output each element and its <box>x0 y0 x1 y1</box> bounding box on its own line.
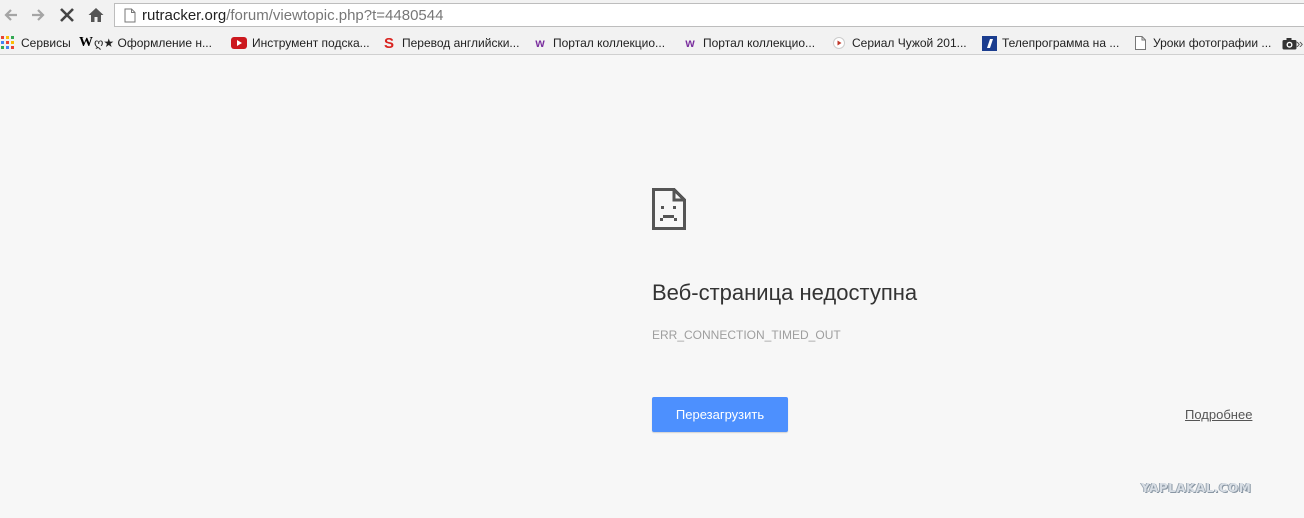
bookmark-label: Сериал Чужой 201... <box>852 36 967 50</box>
bookmark-services[interactable]: Сервисы <box>0 35 71 51</box>
url-host: rutracker.org <box>142 6 227 24</box>
forward-button[interactable] <box>27 4 49 26</box>
home-icon <box>88 8 104 22</box>
bookmark-alien-series[interactable]: Сериал Чужой 201... <box>831 35 967 51</box>
bookmark-label: Перевод английски... <box>402 36 520 50</box>
stop-button[interactable] <box>56 4 78 26</box>
bookmark-label: Инструмент подска... <box>252 36 370 50</box>
bookmark-design[interactable]: W ღ★ Оформление н... <box>79 35 212 51</box>
channel-one-icon <box>981 35 997 51</box>
details-link[interactable]: Подробнее <box>1185 407 1252 422</box>
watermark-logo: YAPLAKAL.COM <box>1141 481 1252 495</box>
play-icon <box>831 35 847 51</box>
bookmark-collectors-portal-1[interactable]: w Портал коллекцио... <box>532 35 665 51</box>
bookmark-collectors-portal-2[interactable]: w Портал коллекцио... <box>682 35 815 51</box>
bookmark-label: Портал коллекцио... <box>553 36 666 50</box>
youtube-icon <box>231 35 247 51</box>
w-logo-icon: w <box>685 36 695 50</box>
url-path: /forum/viewtopic.php?t=4480544 <box>226 6 444 24</box>
wikipedia-w-icon: W <box>79 35 93 50</box>
back-button[interactable] <box>0 4 22 26</box>
bookmark-label: Портал коллекцио... <box>703 36 816 50</box>
camera-icon <box>1281 35 1297 51</box>
bookmark-label: ღ★ Оформление н... <box>94 36 212 50</box>
reload-button[interactable]: Перезагрузить <box>652 397 788 432</box>
bookmark-label: Уроки фотографии ... <box>1153 36 1272 50</box>
bookmark-tool-hint[interactable]: Инструмент подска... <box>231 35 370 51</box>
address-bar[interactable]: rutracker.org/forum/viewtopic.php?t=4480… <box>114 3 1304 27</box>
error-code: ERR_CONNECTION_TIMED_OUT <box>652 328 841 342</box>
error-title: Веб-страница недоступна <box>652 280 918 305</box>
back-arrow-icon <box>4 9 17 21</box>
bookmark-tv-program[interactable]: Телепрограмма на ... <box>981 35 1119 51</box>
bookmark-label: Сервисы <box>21 36 71 50</box>
bookmark-translate[interactable]: S Перевод английски... <box>381 34 520 52</box>
apps-grid-icon <box>0 35 16 51</box>
home-button[interactable] <box>85 4 107 26</box>
s-logo-icon: S <box>383 34 394 52</box>
page-icon <box>1132 35 1148 51</box>
browser-toolbar: rutracker.org/forum/viewtopic.php?t=4480… <box>0 0 1304 31</box>
bookmarks-bar: Сервисы W ღ★ Оформление н... Инструмент … <box>0 31 1304 55</box>
bookmark-label: Телепрограмма на ... <box>1002 36 1120 50</box>
page-icon <box>124 8 136 23</box>
address-url: rutracker.org/forum/viewtopic.php?t=4480… <box>142 7 443 24</box>
forward-arrow-icon <box>32 9 45 21</box>
chevron-right-icon: » <box>1296 35 1304 51</box>
bookmark-photo-lessons[interactable]: Уроки фотографии ... <box>1132 35 1271 51</box>
w-logo-icon: w <box>535 36 545 50</box>
sad-page-icon <box>652 188 686 235</box>
more-bookmarks-button[interactable]: » <box>1296 35 1303 51</box>
close-x-icon <box>60 8 74 22</box>
